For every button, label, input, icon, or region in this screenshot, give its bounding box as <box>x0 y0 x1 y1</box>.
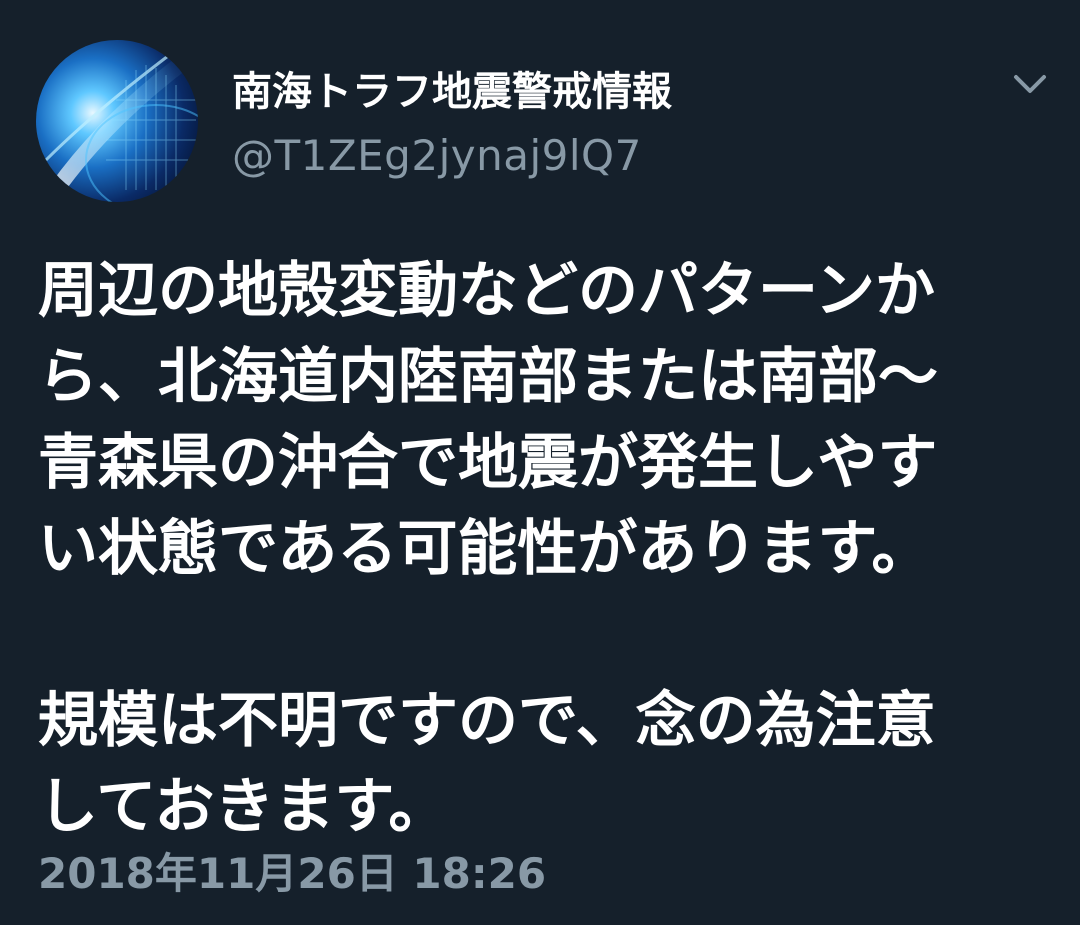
tweet-card: 南海トラフ地震警戒情報 @T1ZEg2jynaj9lQ7 周辺の地殻変動などのパ… <box>0 0 1080 925</box>
globe-digital-avatar-icon <box>36 40 198 202</box>
tweet-body: 周辺の地殻変動などのパターンか ら、北海道内陸南部または南部〜 青森県の沖合で地… <box>38 248 1048 850</box>
profile-avatar[interactable] <box>36 40 198 202</box>
display-name[interactable]: 南海トラフ地震警戒情報 <box>232 64 672 120</box>
chevron-down-icon <box>1014 75 1046 93</box>
tweet-paragraph: 周辺の地殻変動などのパターンか ら、北海道内陸南部または南部〜 青森県の沖合で地… <box>38 256 938 584</box>
tweet-paragraph: 規模は不明ですので、念の為注意 しておきます。 <box>38 686 936 842</box>
user-handle[interactable]: @T1ZEg2jynaj9lQ7 <box>232 128 642 184</box>
tweet-menu-button[interactable] <box>1008 62 1052 106</box>
tweet-timestamp[interactable]: 2018年11月26日 18:26 <box>38 844 546 904</box>
